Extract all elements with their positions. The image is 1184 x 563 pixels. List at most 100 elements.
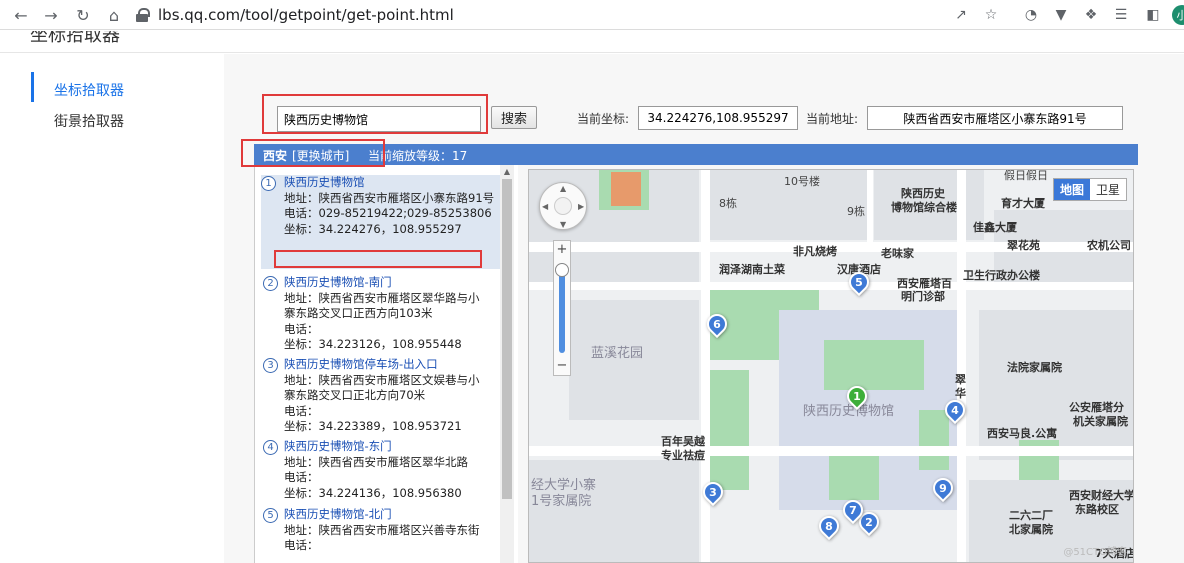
result-address: 地址：陕西省西安市雁塔区兴善寺东街 [284, 522, 480, 537]
result-title[interactable]: 陕西历史博物馆-南门 [284, 275, 485, 291]
pan-center[interactable] [554, 197, 572, 215]
map-label: 华 [955, 387, 966, 400]
map-marker[interactable]: 8 [814, 511, 844, 541]
map-label: 蓝溪花园 [591, 346, 644, 361]
result-title[interactable]: 陕西历史博物馆-东门 [284, 439, 485, 455]
bookmark-star-icon[interactable]: ☆ [980, 4, 1002, 26]
change-city-link[interactable]: [更换城市] [292, 147, 349, 164]
result-coord: 坐标：34.224276，108.955297 [284, 221, 462, 236]
result-number-badge: 3 [263, 358, 278, 373]
result-phone: 电话： [284, 403, 319, 418]
address-label: 当前地址: [806, 112, 859, 126]
address-bar[interactable]: lbs.qq.com/tool/getpoint/get-point.html [136, 3, 926, 27]
search-input[interactable] [277, 106, 481, 132]
scroll-thumb[interactable] [502, 179, 512, 499]
pan-right-icon[interactable]: ▶ [578, 202, 584, 211]
city-name: 西安 [263, 149, 288, 163]
reload-icon[interactable]: ↻ [72, 4, 94, 26]
map-label: 经大学小寨 [531, 478, 597, 493]
pan-up-icon[interactable]: ▲ [560, 184, 566, 193]
history-icon[interactable]: ◔ [1020, 4, 1042, 26]
marker-number: 4 [951, 403, 959, 417]
map-park [919, 410, 949, 470]
result-address: 地址：陕西省西安市雁塔区小寨东路91号 [284, 190, 495, 205]
playlist-icon[interactable]: ☰ [1110, 4, 1132, 26]
result-title[interactable]: 陕西历史博物馆-北门 [284, 507, 485, 523]
share-icon[interactable]: ↗ [950, 4, 972, 26]
avatar[interactable]: 小 [1172, 5, 1184, 25]
result-title[interactable]: 陕西历史博物馆 [284, 175, 501, 191]
zoom-level-text: 当前缩放等级：17 [368, 149, 468, 163]
city-bar: 西安 [更换城市] 当前缩放等级：17 [254, 144, 1138, 165]
map-type-switch: 地图 卫星 [1052, 178, 1127, 201]
map-label: 陕西历史 [901, 187, 945, 200]
search-button[interactable]: 搜索 [491, 106, 537, 129]
map-label: 农机公司 [1087, 239, 1131, 252]
results-panel: 1 陕西历史博物馆 地址：陕西省西安市雁塔区小寨东路91号 电话：029-852… [254, 165, 518, 563]
map-view[interactable]: 10号楼 8栋 9栋 陕西历史 博物馆综合楼 育才大厦 假日假日 佳鑫大厦 非凡… [528, 169, 1134, 563]
zoom-control[interactable]: + − [553, 240, 571, 376]
map-label: 佳鑫大厦 [973, 221, 1017, 234]
marker-number: 9 [939, 481, 947, 495]
map-pan-control[interactable]: ▲ ▼ ◀ ▶ [539, 182, 587, 230]
extension-v-icon[interactable]: ▼ [1050, 4, 1072, 26]
back-icon[interactable]: ← [10, 4, 32, 26]
nav-item-streetview-picker[interactable]: 街景拾取器 [54, 111, 124, 131]
result-item[interactable]: 5 陕西历史博物馆-北门 地址：陕西省西安市雁塔区兴善寺东街 电话： [263, 507, 485, 554]
home-icon[interactable]: ⌂ [103, 4, 125, 26]
map-park [709, 370, 749, 490]
page-header: 坐标拾取器 [0, 31, 1184, 53]
map-label: 博物馆综合楼 [891, 201, 957, 214]
result-item[interactable]: 1 陕西历史博物馆 地址：陕西省西安市雁塔区小寨东路91号 电话：029-852… [261, 175, 501, 269]
sidepanel-icon[interactable]: ◧ [1142, 4, 1164, 26]
zoom-in-icon[interactable]: + [554, 243, 570, 257]
map-road [957, 170, 966, 562]
forward-icon[interactable]: → [40, 4, 62, 26]
result-phone: 电话：029-85219422;029-85253806 [284, 206, 492, 220]
result-coord: 坐标：34.223126，108.955448 [284, 337, 462, 351]
map-label: 西安雁塔百 [897, 277, 952, 290]
map-type-satellite[interactable]: 卫星 [1090, 179, 1126, 200]
page-title: 坐标拾取器 [30, 31, 120, 46]
map-label: 育才大厦 [1001, 197, 1045, 210]
map-label: 法院家属院 [1007, 361, 1062, 374]
map-label: 9栋 [847, 205, 865, 218]
map-block [529, 460, 699, 562]
map-label: 东路校区 [1075, 503, 1119, 516]
marker-number: 2 [865, 515, 873, 529]
pan-left-icon[interactable]: ◀ [542, 202, 548, 211]
map-label: 翠花苑 [1007, 239, 1040, 252]
result-title[interactable]: 陕西历史博物馆停车场-出入口 [284, 357, 485, 373]
map-label: 8栋 [719, 197, 737, 210]
map-label: 润泽湖南土菜 [719, 263, 785, 276]
map-label: 西安财经大学 [1069, 489, 1134, 502]
pan-down-icon[interactable]: ▼ [560, 220, 566, 229]
result-item[interactable]: 2 陕西历史博物馆-南门 地址：陕西省西安市雁塔区翠华路与小寨东路交叉口正西方向… [263, 275, 485, 353]
map-label: 1号家属院 [531, 494, 592, 509]
map-road [701, 170, 710, 562]
map-label: 机关家属院 [1073, 415, 1128, 428]
map-type-map[interactable]: 地图 [1053, 179, 1090, 200]
coord-field[interactable]: 34.224276,108.955297 [638, 106, 798, 130]
result-item[interactable]: 3 陕西历史博物馆停车场-出入口 地址：陕西省西安市雁塔区文娱巷与小寨东路交叉口… [263, 357, 485, 435]
map-label: 公安雁塔分 [1069, 401, 1124, 414]
result-address: 地址：陕西省西安市雁塔区翠华北路 [284, 454, 468, 469]
nav-item-coordinate-picker[interactable]: 坐标拾取器 [54, 80, 124, 100]
map-road [529, 282, 1133, 290]
zoom-slider-knob[interactable] [555, 263, 569, 277]
map-court [611, 172, 641, 206]
result-item[interactable]: 4 陕西历史博物馆-东门 地址：陕西省西安市雁塔区翠华北路 电话： 坐标：34.… [263, 439, 485, 501]
result-number-badge: 1 [261, 176, 276, 191]
address-field[interactable]: 陕西省西安市雁塔区小寨东路91号 [867, 106, 1123, 130]
result-coord: 坐标：34.223389，108.953721 [284, 419, 462, 433]
result-phone: 电话： [284, 470, 319, 484]
result-coord: 坐标：34.224136，108.956380 [284, 485, 462, 500]
map-label: 专业祛痘 [661, 449, 705, 462]
zoom-out-icon[interactable]: − [554, 359, 570, 373]
scroll-up-icon[interactable]: ▲ [500, 165, 514, 179]
puzzle-icon[interactable]: ❖ [1080, 4, 1102, 26]
map-label: 假日假日 [1004, 169, 1048, 182]
browser-toolbar: ← → ↻ ⌂ lbs.qq.com/tool/getpoint/get-poi… [0, 0, 1184, 30]
watermark: @51CTO博客 [1063, 547, 1127, 558]
results-scrollbar[interactable]: ▲ [500, 165, 514, 563]
